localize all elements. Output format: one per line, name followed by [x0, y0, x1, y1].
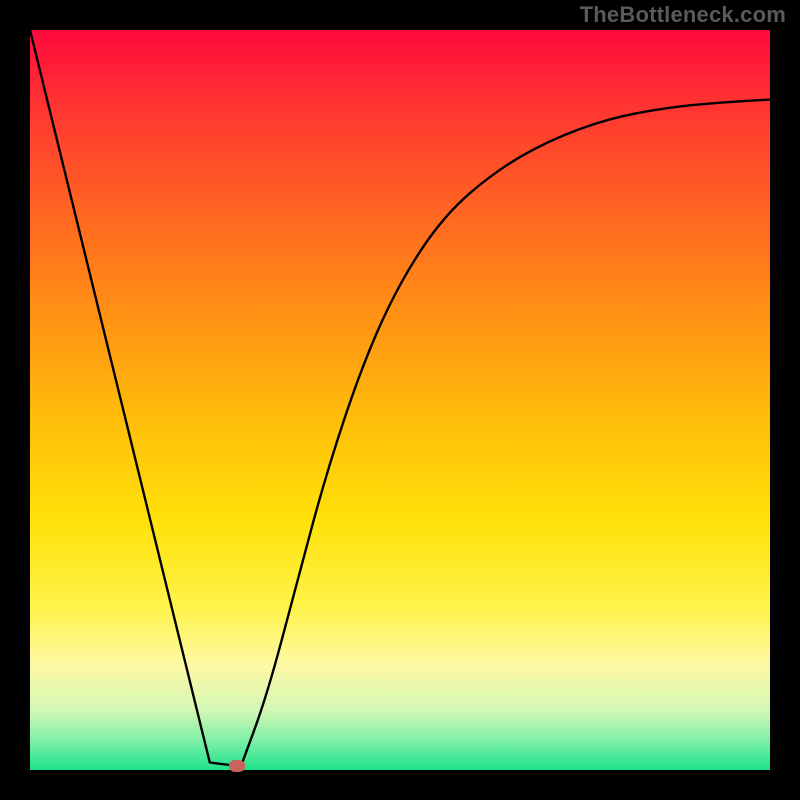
curve-path [30, 30, 770, 766]
bottleneck-curve [30, 30, 770, 770]
optimal-point-marker [229, 760, 245, 772]
attribution-label: TheBottleneck.com [580, 2, 786, 28]
plot-area [30, 30, 770, 770]
chart-frame: TheBottleneck.com [0, 0, 800, 800]
